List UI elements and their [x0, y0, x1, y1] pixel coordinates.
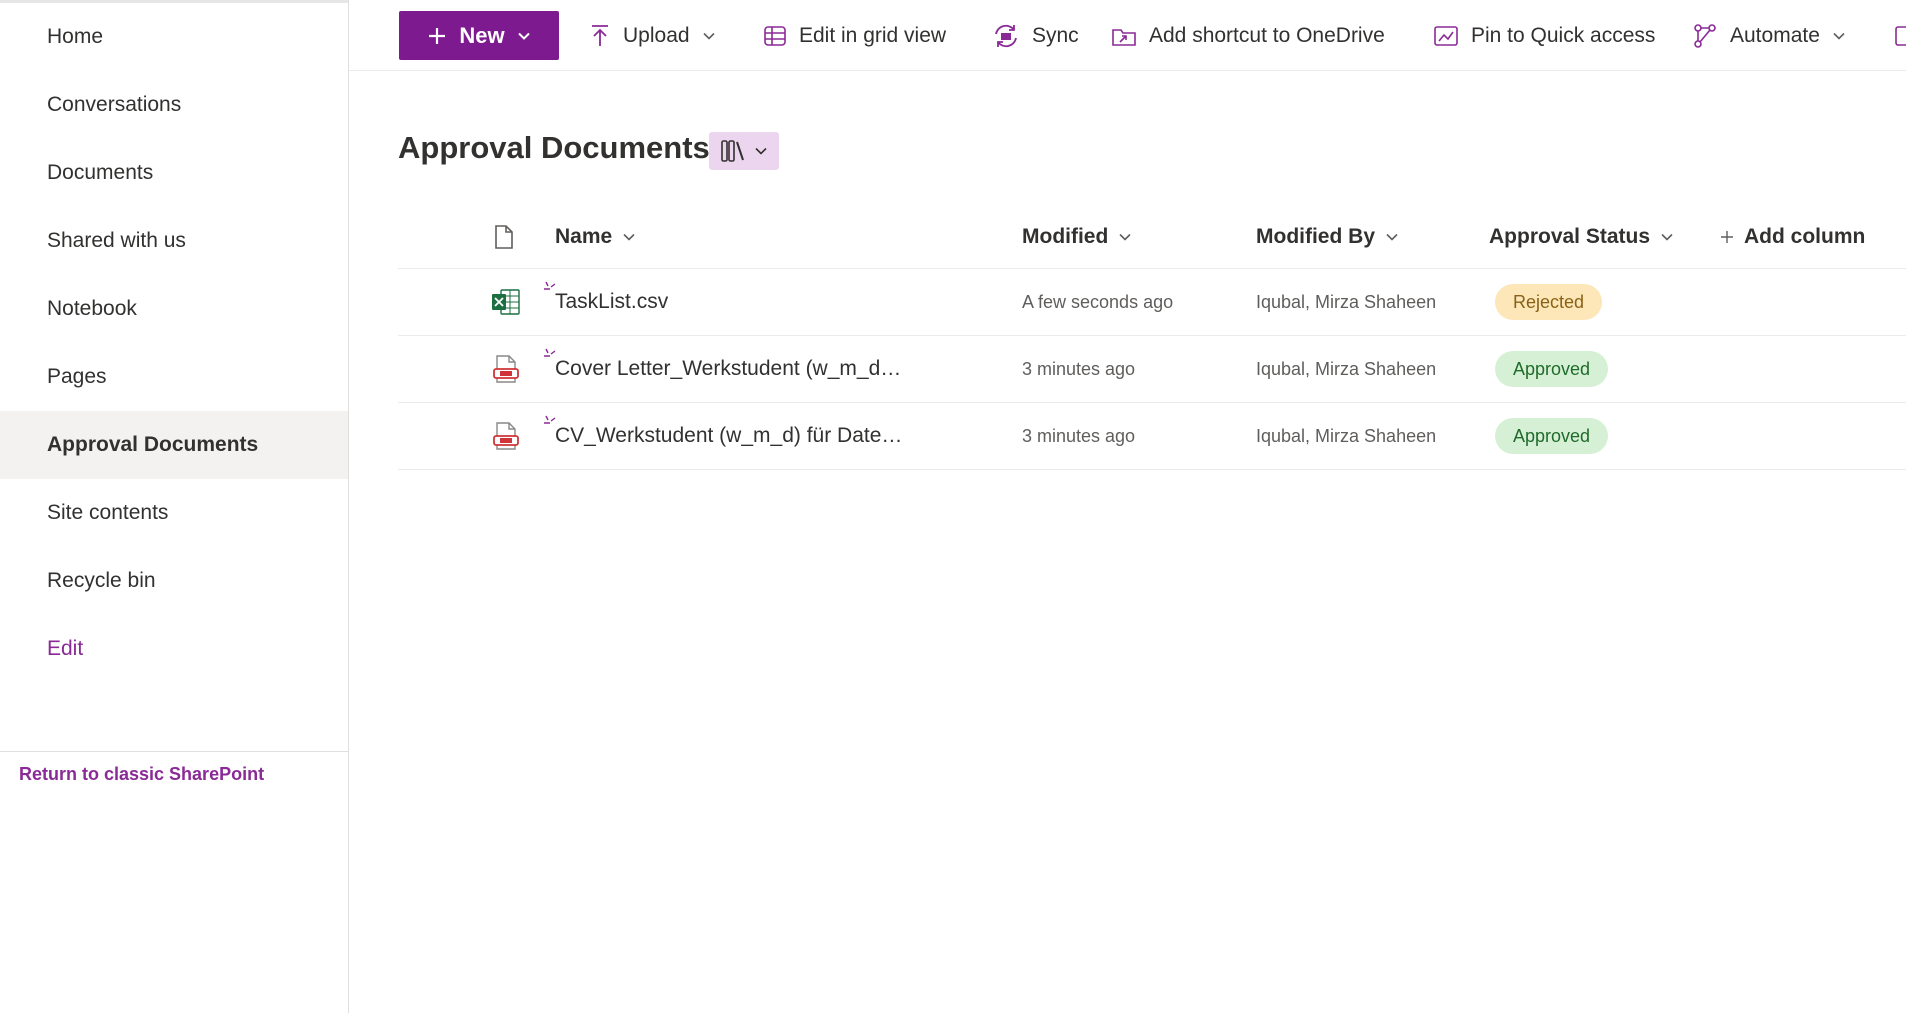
add-shortcut-label: Add shortcut to OneDrive [1149, 24, 1385, 47]
chevron-down-icon [1833, 32, 1845, 40]
table-row[interactable]: TaskList.csv A few seconds ago Iqubal, M… [398, 269, 1906, 336]
upload-label: Upload [623, 24, 690, 47]
edit-in-grid-view-label: Edit in grid view [799, 24, 947, 47]
automate-label: Automate [1730, 24, 1820, 47]
edit-in-grid-view-button[interactable]: Edit in grid view [763, 14, 946, 58]
plus-icon [1721, 231, 1733, 243]
grid-icon [764, 26, 786, 46]
modified-time: 3 minutes ago [1022, 425, 1136, 446]
chevron-down-icon [1661, 233, 1673, 241]
status-badge: Approved [1495, 351, 1609, 387]
modified-by-column-header[interactable]: Modified By [1256, 206, 1399, 268]
sidebar-item-recycle-bin[interactable]: Recycle bin [0, 547, 348, 615]
upload-button[interactable]: Upload [589, 14, 716, 58]
approval-status-cell: Approved [1495, 403, 1609, 469]
sidebar-item-documents[interactable]: Documents [0, 139, 348, 207]
sync-icon [995, 24, 1017, 48]
chevron-down-icon [517, 32, 530, 40]
library-view-icon [721, 140, 744, 162]
modified-by[interactable]: Iqubal, Mirza Shaheen [1256, 403, 1436, 469]
overflow-icon [1895, 26, 1906, 46]
table-row[interactable]: CV_Werkstudent (w_m_d) für Datenbanksys.… [398, 403, 1906, 470]
document-icon [495, 225, 513, 249]
new-button[interactable]: New [399, 11, 559, 60]
document-list: Name Modified Modified By Approval Statu… [398, 206, 1906, 470]
left-navigation: Home Conversations Documents Shared with… [0, 0, 349, 1013]
file-type-column-header[interactable] [493, 206, 515, 268]
sidebar-item-pages[interactable]: Pages [0, 343, 348, 411]
sidebar-item-conversations[interactable]: Conversations [0, 71, 348, 139]
file-name-link[interactable]: Cover Letter_Werkstudent (w_m_d) für Dat… [555, 336, 905, 402]
sidebar-item-notebook[interactable]: Notebook [0, 275, 348, 343]
status-badge: Approved [1495, 418, 1609, 454]
chevron-down-icon [702, 32, 715, 40]
sidebar-item-approval-documents[interactable]: Approval Documents [0, 411, 348, 479]
chevron-down-icon [623, 233, 635, 241]
approval-status-cell: Rejected [1495, 269, 1603, 335]
chevron-down-icon [755, 147, 767, 155]
pin-to-quick-access-button[interactable]: Pin to Quick access [1433, 14, 1655, 58]
upload-icon [592, 25, 608, 46]
sync-label: Sync [1032, 24, 1079, 47]
table-row[interactable]: Cover Letter_Werkstudent (w_m_d) für Dat… [398, 336, 1906, 403]
file-name-link[interactable]: CV_Werkstudent (w_m_d) für Datenbanksys.… [555, 403, 905, 469]
automate-button[interactable]: Automate [1692, 14, 1846, 58]
shortcut-icon [1112, 29, 1136, 46]
pdf-icon [490, 403, 522, 469]
sidebar-item-shared-with-us[interactable]: Shared with us [0, 207, 348, 275]
modified-column-header[interactable]: Modified [1022, 206, 1132, 268]
pdf-icon [490, 336, 522, 402]
view-switcher-button[interactable] [709, 132, 779, 170]
add-column-label: Add column [1744, 225, 1866, 248]
pin-icon [1434, 26, 1458, 46]
column-header-row: Name Modified Modified By Approval Statu… [398, 206, 1906, 269]
name-column-header[interactable]: Name [555, 206, 636, 268]
add-column-button[interactable]: Add column [1720, 206, 1865, 268]
chevron-down-icon [1119, 233, 1131, 241]
return-to-classic-link[interactable]: Return to classic SharePoint [19, 764, 264, 785]
approval-status-cell: Approved [1495, 336, 1609, 402]
modified-by[interactable]: Iqubal, Mirza Shaheen [1256, 336, 1436, 402]
more-commands-button[interactable] [1894, 14, 1906, 58]
sidebar-edit-link[interactable]: Edit [0, 615, 348, 683]
sidebar-divider [0, 751, 348, 752]
command-bar: New Upload Edit in grid view Sync Add sh… [349, 0, 1906, 71]
modified-column-label: Modified [1022, 225, 1109, 248]
sidebar-item-home[interactable]: Home [0, 3, 348, 71]
modified-by-column-label: Modified By [1256, 225, 1375, 248]
pin-to-quick-access-label: Pin to Quick access [1471, 24, 1656, 47]
excel-icon [490, 269, 522, 335]
nav-list: Home Conversations Documents Shared with… [0, 3, 348, 683]
chevron-down-icon [1386, 233, 1398, 241]
status-badge: Rejected [1495, 284, 1603, 320]
modified-time: A few seconds ago [1022, 291, 1174, 312]
sync-button[interactable]: Sync [992, 14, 1079, 58]
modified-time: 3 minutes ago [1022, 358, 1136, 379]
new-button-label: New [459, 22, 505, 48]
approval-status-column-header[interactable]: Approval Status [1489, 206, 1674, 268]
flow-icon [1694, 24, 1716, 48]
sidebar-item-site-contents[interactable]: Site contents [0, 479, 348, 547]
modified-by[interactable]: Iqubal, Mirza Shaheen [1256, 269, 1436, 335]
page-title: Approval Documents [398, 130, 710, 165]
plus-icon [429, 27, 446, 44]
add-shortcut-button[interactable]: Add shortcut to OneDrive [1111, 14, 1385, 58]
name-column-label: Name [555, 225, 613, 248]
file-name-link[interactable]: TaskList.csv [555, 269, 905, 335]
approval-status-column-label: Approval Status [1489, 225, 1651, 248]
